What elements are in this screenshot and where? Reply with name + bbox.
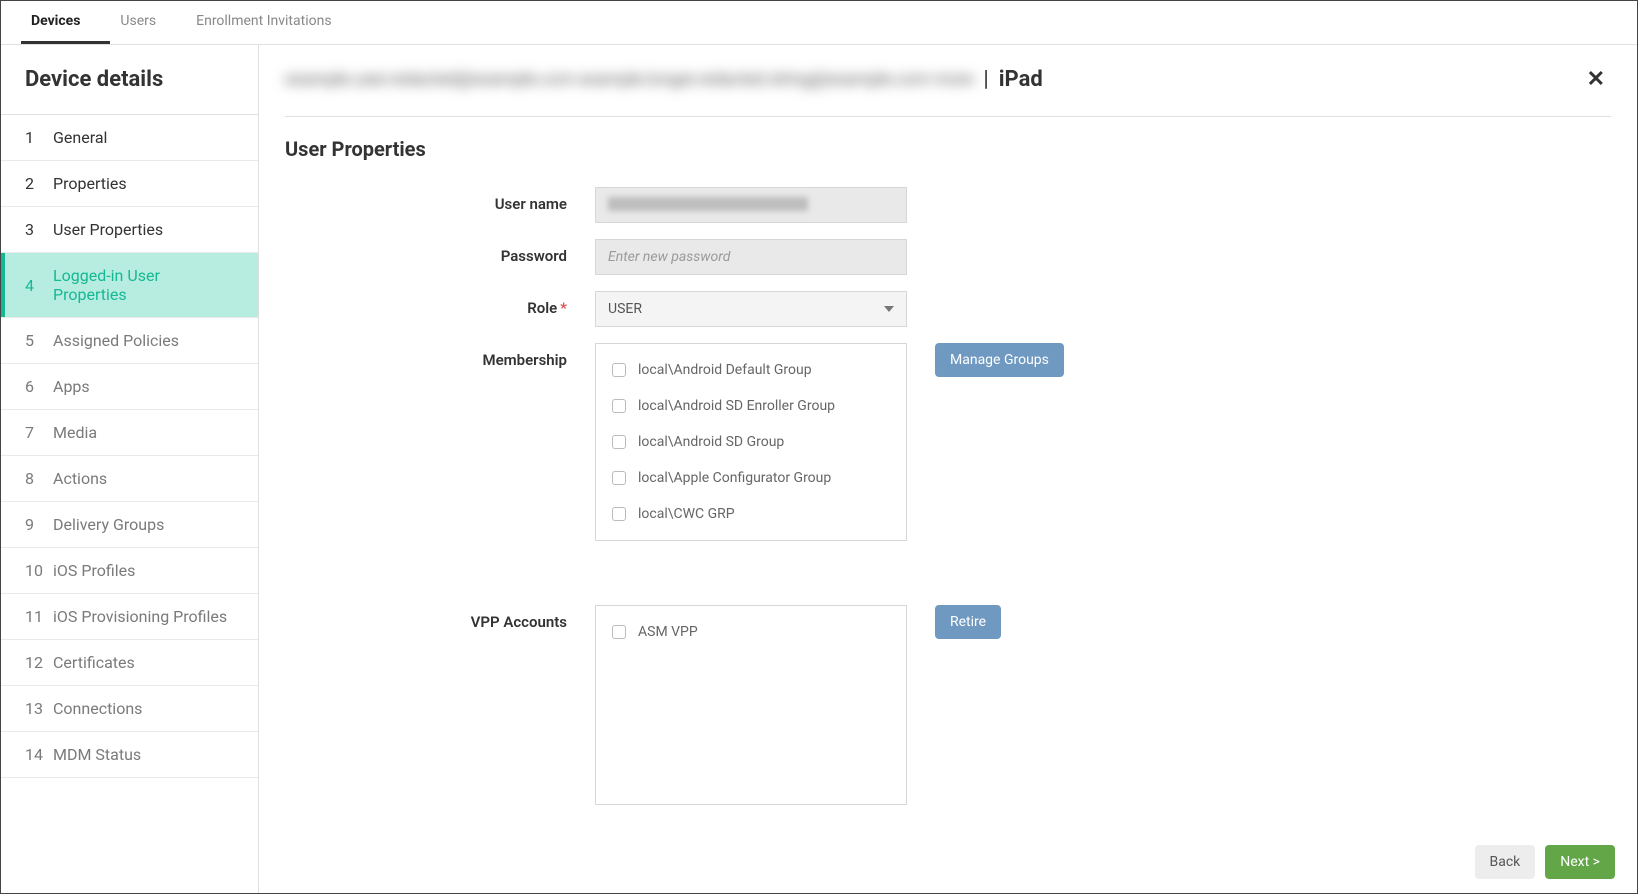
nav-mdm-status[interactable]: 14 MDM Status <box>1 732 258 778</box>
membership-item-label: local\CWC GRP <box>638 506 735 522</box>
nav-delivery-groups[interactable]: 9 Delivery Groups <box>1 502 258 548</box>
nav-apps[interactable]: 6 Apps <box>1 364 258 410</box>
membership-item-label: local\Android SD Group <box>638 434 784 450</box>
checkbox-icon[interactable] <box>612 363 626 377</box>
role-select[interactable]: USER <box>595 291 907 327</box>
membership-item[interactable]: local\CWC GRP <box>596 496 906 532</box>
label-username: User name <box>285 187 595 213</box>
nav-certificates[interactable]: 12 Certificates <box>1 640 258 686</box>
membership-item-label: local\Apple Configurator Group <box>638 470 831 486</box>
nav-logged-in-user-properties[interactable]: 4 Logged-in User Properties <box>1 253 258 318</box>
nav-ios-profiles[interactable]: 10 iOS Profiles <box>1 548 258 594</box>
tab-enrollment-invitations[interactable]: Enrollment Invitations <box>186 1 361 44</box>
nav-label: iOS Profiles <box>53 561 135 580</box>
main-panel: example.user.redacted@example.com exampl… <box>259 45 1637 893</box>
footer-actions: Back Next > <box>1475 845 1616 879</box>
nav-label: Media <box>53 423 97 442</box>
sidebar-title: Device details <box>1 45 258 115</box>
back-button[interactable]: Back <box>1475 845 1536 879</box>
password-input[interactable] <box>595 239 907 275</box>
nav-actions[interactable]: 8 Actions <box>1 456 258 502</box>
label-membership: Membership <box>285 343 595 369</box>
vpp-item-label: ASM VPP <box>638 624 698 640</box>
membership-listbox[interactable]: local\Android Default Group local\Androi… <box>595 343 907 541</box>
nav-label: Certificates <box>53 653 135 672</box>
vpp-listbox[interactable]: ASM VPP <box>595 605 907 805</box>
nav-ios-provisioning-profiles[interactable]: 11 iOS Provisioning Profiles <box>1 594 258 640</box>
nav-assigned-policies[interactable]: 5 Assigned Policies <box>1 318 258 364</box>
nav-label: Apps <box>53 377 90 396</box>
membership-item[interactable]: local\Android Default Group <box>596 352 906 388</box>
next-button[interactable]: Next > <box>1545 845 1615 879</box>
page-header: example.user.redacted@example.com exampl… <box>285 63 1611 117</box>
nav-label: MDM Status <box>53 745 141 764</box>
role-value: USER <box>608 301 642 317</box>
device-identity-redacted: example.user.redacted@example.com exampl… <box>285 69 973 90</box>
membership-item[interactable]: local\Android SD Enroller Group <box>596 388 906 424</box>
nav-label: Assigned Policies <box>53 331 179 350</box>
nav-label: User Properties <box>53 220 163 239</box>
nav-label: iOS Provisioning Profiles <box>53 607 227 626</box>
top-tabs: Devices Users Enrollment Invitations <box>1 1 1637 45</box>
membership-item[interactable]: local\Android SD Group <box>596 424 906 460</box>
sidebar: Device details 1 General 2 Properties 3 … <box>1 45 259 893</box>
header-separator: | <box>983 67 988 92</box>
checkbox-icon[interactable] <box>612 435 626 449</box>
nav-label: Logged-in User Properties <box>53 266 234 304</box>
nav-label: Properties <box>53 174 127 193</box>
membership-item[interactable]: local\Apple Configurator Group <box>596 460 906 496</box>
device-type: iPad <box>999 67 1043 92</box>
nav-label: Actions <box>53 469 107 488</box>
tab-users[interactable]: Users <box>110 1 186 44</box>
close-icon[interactable]: ✕ <box>1581 67 1611 92</box>
retire-button[interactable]: Retire <box>935 605 1001 639</box>
membership-item-label: local\Android Default Group <box>638 362 812 378</box>
nav-properties[interactable]: 2 Properties <box>1 161 258 207</box>
section-title: User Properties <box>285 137 1611 161</box>
chevron-down-icon <box>884 306 894 312</box>
nav-label: Connections <box>53 699 142 718</box>
checkbox-icon[interactable] <box>612 625 626 639</box>
nav-label: General <box>53 128 107 147</box>
checkbox-icon[interactable] <box>612 471 626 485</box>
nav-label: Delivery Groups <box>53 515 164 534</box>
label-vpp-accounts: VPP Accounts <box>285 605 595 631</box>
manage-groups-button[interactable]: Manage Groups <box>935 343 1064 377</box>
label-role: Role* <box>285 291 595 317</box>
nav-connections[interactable]: 13 Connections <box>1 686 258 732</box>
membership-item-label: local\Android SD Enroller Group <box>638 398 835 414</box>
tab-devices[interactable]: Devices <box>21 1 110 44</box>
vpp-item[interactable]: ASM VPP <box>596 614 906 650</box>
nav-user-properties[interactable]: 3 User Properties <box>1 207 258 253</box>
nav-media[interactable]: 7 Media <box>1 410 258 456</box>
checkbox-icon[interactable] <box>612 507 626 521</box>
label-password: Password <box>285 239 595 265</box>
nav-general[interactable]: 1 General <box>1 115 258 161</box>
username-input[interactable] <box>595 187 907 223</box>
checkbox-icon[interactable] <box>612 399 626 413</box>
